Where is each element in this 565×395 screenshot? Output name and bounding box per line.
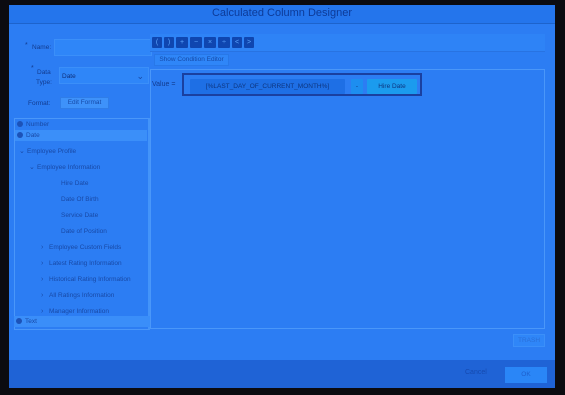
- name-input[interactable]: [54, 39, 152, 56]
- chevron-down-icon: ⌄: [29, 164, 35, 171]
- required-marker-name: *: [25, 42, 28, 49]
- operator-chip-minus[interactable]: -: [351, 79, 363, 94]
- multiply-button[interactable]: ×: [204, 37, 216, 48]
- close-paren-button[interactable]: ): [164, 37, 174, 48]
- tree-item-date[interactable]: Date: [15, 130, 147, 141]
- expand-circle-icon: [17, 121, 23, 127]
- expand-circle-icon: [16, 318, 22, 324]
- ok-button[interactable]: OK: [505, 367, 547, 383]
- field-tree: Number Date ⌄ Employee Profile ⌄ Employee …: [14, 118, 150, 330]
- divide-button[interactable]: ÷: [218, 37, 230, 48]
- less-than-button[interactable]: <: [232, 37, 242, 48]
- tree-item-service-date[interactable]: Service Date: [61, 210, 98, 221]
- value-equals-label: Value =: [152, 81, 176, 88]
- chevron-right-icon: ›: [41, 292, 44, 299]
- tree-item-date-of-birth[interactable]: Date Of Birth: [61, 194, 99, 205]
- minus-button[interactable]: −: [190, 37, 202, 48]
- trash-button[interactable]: TRASH: [513, 334, 545, 347]
- chevron-down-icon: ⌄: [19, 148, 25, 155]
- tree-item-hire-date[interactable]: Hire Date: [61, 178, 88, 189]
- data-type-label-line2: Type:: [36, 79, 52, 86]
- function-chip-last-day-of-current-month[interactable]: [%LAST_DAY_OF_CURRENT_MONTH%]: [190, 79, 345, 94]
- greater-than-button[interactable]: >: [244, 37, 254, 48]
- plus-button[interactable]: +: [176, 37, 188, 48]
- chevron-right-icon: ›: [41, 276, 44, 283]
- chevron-down-icon: ⌄: [136, 71, 144, 81]
- format-label: Format:: [28, 100, 51, 107]
- open-paren-button[interactable]: (: [152, 37, 162, 48]
- show-condition-editor-button[interactable]: Show Condition Editor: [154, 54, 229, 66]
- tree-item-employee-profile[interactable]: ⌄ Employee Profile: [19, 146, 76, 157]
- tree-item-text[interactable]: Text: [14, 316, 150, 327]
- tree-item-all-ratings-information[interactable]: › All Ratings Information: [41, 290, 114, 301]
- tree-item-historical-rating-information[interactable]: › Historical Rating Information: [41, 274, 131, 285]
- name-label: Name:: [32, 44, 52, 51]
- dialog-footer: Cancel OK: [9, 360, 555, 388]
- expression-group: [%LAST_DAY_OF_CURRENT_MONTH%] - Hire Dat…: [182, 73, 422, 96]
- cancel-button[interactable]: Cancel: [465, 369, 487, 376]
- tree-item-employee-information[interactable]: ⌄ Employee Information: [29, 162, 100, 173]
- expression-canvas[interactable]: [150, 69, 545, 329]
- data-type-select[interactable]: Date ⌄: [59, 67, 149, 84]
- data-type-selected-value: Date: [62, 73, 76, 80]
- field-chip-hire-date[interactable]: Hire Date: [367, 79, 417, 94]
- tree-item-latest-rating-information[interactable]: › Latest Rating Information: [41, 258, 122, 269]
- data-type-label-line1: Data: [37, 69, 51, 76]
- tree-item-date-of-position[interactable]: Date of Position: [61, 226, 107, 237]
- calculated-column-designer-dialog: Calculated Column Designer * Name: * Dat…: [9, 5, 555, 388]
- tree-item-employee-custom-fields[interactable]: › Employee Custom Fields: [41, 242, 121, 253]
- edit-format-button[interactable]: Edit Format: [60, 97, 109, 109]
- tree-item-number[interactable]: Number: [15, 119, 49, 130]
- collapse-circle-icon: [17, 132, 23, 138]
- dialog-title: Calculated Column Designer: [9, 5, 555, 24]
- operator-toolbar: ( ) + − × ÷ < >: [150, 34, 545, 52]
- chevron-right-icon: ›: [41, 260, 44, 267]
- chevron-right-icon: ›: [41, 244, 44, 251]
- required-marker-data-type: *: [31, 65, 34, 72]
